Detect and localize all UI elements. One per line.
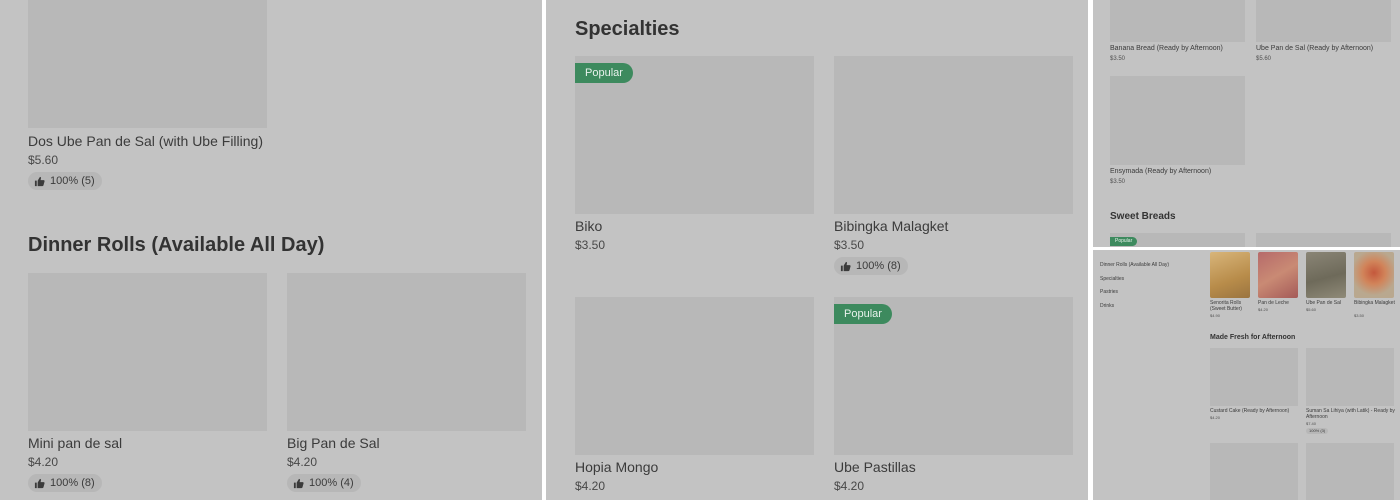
rating-badge: 100% (8) — [834, 257, 908, 275]
item-name[interactable]: Ube Pan de Sal (Ready by Afternoon) — [1256, 45, 1373, 52]
item-price: $3.50 — [1110, 179, 1126, 185]
item-price: $3.50 — [575, 238, 606, 252]
thumbs-up-icon — [34, 176, 45, 187]
item-image-placeholder[interactable] — [28, 0, 267, 128]
thumbs-up-icon — [34, 478, 45, 489]
item-price: $4.20 — [287, 455, 318, 469]
pan-de-leche-photo[interactable] — [1258, 252, 1298, 298]
item-image-placeholder[interactable] — [1210, 443, 1298, 500]
item-price: $4.20 — [28, 455, 59, 469]
item-name[interactable]: Banana Bread (Ready by Afternoon) — [1110, 45, 1223, 52]
popular-badge: Popular — [575, 63, 633, 83]
item-price: $4.20 — [575, 479, 606, 493]
item-image-placeholder[interactable] — [287, 273, 526, 431]
ube-pan-de-sal-photo[interactable] — [1306, 252, 1346, 298]
popular-badge: Popular — [1110, 237, 1138, 246]
rating-text: 100% (8) — [50, 477, 95, 489]
rating-text: 100% (8) — [856, 260, 901, 272]
item-price: $5.60 — [28, 153, 59, 167]
item-name[interactable]: Bibingka Malagket — [834, 218, 948, 234]
item-image-placeholder[interactable] — [1110, 0, 1245, 42]
item-name[interactable]: Suman Sa Lihiya (with Latik) - Ready by … — [1306, 408, 1396, 420]
item-price: $7.40 — [1306, 421, 1317, 426]
item-name[interactable]: Hopia Mongo — [575, 459, 658, 475]
rating-text: 100% (5) — [50, 175, 95, 187]
rating-badge: 100% (8) — [28, 474, 102, 492]
item-name[interactable]: Mini pan de sal — [28, 435, 122, 451]
item-price: $5.60 — [1306, 307, 1317, 312]
menu-panel-overview: Dinner Rolls (Available All Day) Special… — [1093, 250, 1400, 500]
item-name[interactable]: Biko — [575, 218, 602, 234]
item-image-placeholder[interactable] — [1210, 348, 1298, 406]
thumbs-up-icon — [840, 261, 851, 272]
item-name[interactable]: Pan de Leche — [1258, 300, 1300, 306]
category-nav-specialties[interactable]: Specialties — [1100, 276, 1124, 282]
rating-badge: 100% (5) — [28, 172, 102, 190]
senorita-rolls-photo[interactable] — [1210, 252, 1250, 298]
menu-panel-afternoon-small: Banana Bread (Ready by Afternoon) $3.50 … — [1093, 0, 1400, 247]
section-title: Specialties — [575, 18, 680, 40]
item-price: $4.20 — [834, 479, 865, 493]
category-nav-dinner-rolls[interactable]: Dinner Rolls (Available All Day) — [1100, 262, 1169, 268]
item-price: $4.90 — [1210, 313, 1221, 318]
rating-text: 100% (4) — [309, 477, 354, 489]
menu-panel-specialties: Specialties Popular Biko $3.50 Bibingka … — [546, 0, 1088, 500]
item-price: $3.50 — [1110, 56, 1126, 62]
item-name[interactable]: Ensymada (Ready by Afternoon) — [1110, 168, 1211, 175]
section-title: Dinner Rolls (Available All Day) — [28, 234, 325, 256]
item-price: $3.50 — [1354, 313, 1365, 318]
thumbs-up-icon — [293, 478, 304, 489]
item-price: $3.50 — [834, 238, 865, 252]
category-nav-pastries[interactable]: Pastries — [1100, 289, 1118, 295]
item-image-placeholder[interactable] — [1306, 443, 1394, 500]
item-image-placeholder[interactable] — [28, 273, 267, 431]
menu-panel-dinner-rolls: Dos Ube Pan de Sal (with Ube Filling) $5… — [0, 0, 542, 500]
item-name[interactable]: Dos Ube Pan de Sal (with Ube Filling) — [28, 133, 263, 149]
section-title: Sweet Breads — [1110, 211, 1176, 222]
item-image-placeholder[interactable] — [575, 297, 814, 455]
item-image-placeholder[interactable] — [1256, 0, 1391, 42]
item-image-placeholder[interactable] — [1110, 76, 1245, 165]
rating-badge: 100% (4) — [287, 474, 361, 492]
item-price: $4.20 — [1210, 415, 1221, 420]
item-image-placeholder[interactable] — [834, 56, 1073, 214]
item-name[interactable]: Ube Pastillas — [834, 459, 916, 475]
bibingka-malagket-photo[interactable] — [1354, 252, 1394, 298]
item-name[interactable]: Bibingka Malagket — [1354, 300, 1396, 306]
item-name[interactable]: Big Pan de Sal — [287, 435, 380, 451]
item-name[interactable]: Ube Pan de Sal — [1306, 300, 1348, 306]
item-price: $4.20 — [1258, 307, 1269, 312]
rating-badge: 100% (3) — [1306, 428, 1329, 434]
section-title: Made Fresh for Afternoon — [1210, 334, 1296, 341]
item-image-placeholder[interactable] — [1306, 348, 1394, 406]
popular-badge: Popular — [834, 304, 892, 324]
item-image-placeholder[interactable] — [1256, 233, 1391, 247]
item-name[interactable]: Custard Cake (Ready by Afternoon) — [1210, 408, 1300, 414]
category-nav-drinks[interactable]: Drinks — [1100, 303, 1114, 309]
item-name[interactable]: Senorita Rolls (Sweet Butter) — [1210, 300, 1252, 312]
item-price: $5.60 — [1256, 56, 1272, 62]
